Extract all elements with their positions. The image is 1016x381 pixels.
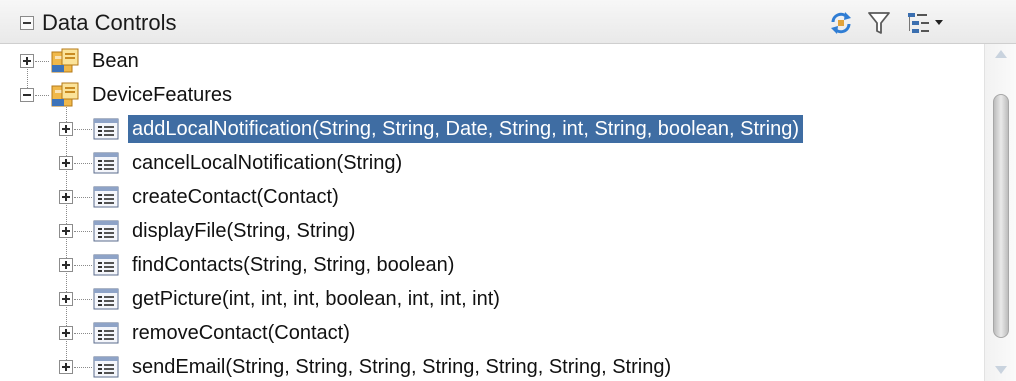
- tree-node-label: findContacts(String, String, boolean): [132, 254, 455, 276]
- expand-icon[interactable]: [59, 292, 73, 306]
- tree-node-method[interactable]: createContact(Contact): [0, 180, 980, 214]
- method-icon: [93, 356, 119, 378]
- method-icon: [93, 322, 119, 344]
- panel-title: Data Controls: [42, 10, 177, 35]
- tree-node-label: getPicture(int, int, int, boolean, int, …: [132, 288, 500, 310]
- collapse-icon[interactable]: [20, 88, 34, 102]
- tree-node-label: createContact(Contact): [132, 186, 339, 208]
- tree-options-icon[interactable]: [906, 10, 946, 36]
- refresh-icon[interactable]: [828, 10, 854, 36]
- method-icon: [93, 186, 119, 208]
- expand-icon[interactable]: [20, 54, 34, 68]
- tree-node-label: cancelLocalNotification(String): [132, 152, 403, 174]
- expand-icon[interactable]: [59, 156, 73, 170]
- tree-node-label: displayFile(String, String): [132, 220, 356, 242]
- tree-node-method[interactable]: displayFile(String, String): [0, 214, 980, 248]
- method-icon: [93, 220, 119, 242]
- tree-node-method[interactable]: findContacts(String, String, boolean): [0, 248, 980, 282]
- expand-icon[interactable]: [59, 360, 73, 374]
- expand-icon[interactable]: [59, 122, 73, 136]
- scroll-thumb[interactable]: [993, 94, 1009, 338]
- expand-icon[interactable]: [59, 190, 73, 204]
- method-icon: [93, 152, 119, 174]
- collapse-panel-icon[interactable]: [20, 16, 34, 30]
- tree-node-bean[interactable]: Bean: [0, 44, 980, 78]
- data-control-icon: [51, 48, 79, 73]
- tree-node-devicefeatures[interactable]: DeviceFeatures: [0, 78, 980, 112]
- expand-icon[interactable]: [59, 224, 73, 238]
- scroll-up-arrow-icon[interactable]: [995, 50, 1007, 58]
- tree-node-label: addLocalNotification(String, String, Dat…: [128, 115, 804, 143]
- tree-node-label: Bean: [92, 50, 139, 72]
- data-controls-tree: Bean DeviceFeatures addLocalNotification…: [0, 44, 980, 381]
- method-icon: [93, 254, 119, 276]
- filter-icon[interactable]: [866, 10, 892, 36]
- vertical-scrollbar[interactable]: [984, 44, 1016, 381]
- tree-node-method[interactable]: sendEmail(String, String, String, String…: [0, 350, 980, 381]
- tree-node-label: sendEmail(String, String, String, String…: [132, 356, 672, 378]
- tree-node-method[interactable]: cancelLocalNotification(String): [0, 146, 980, 180]
- expand-icon[interactable]: [59, 326, 73, 340]
- data-control-icon: [51, 82, 79, 107]
- panel-header: Data Controls: [0, 0, 1016, 44]
- method-icon: [93, 288, 119, 310]
- tree-node-method[interactable]: getPicture(int, int, int, boolean, int, …: [0, 282, 980, 316]
- scroll-down-arrow-icon[interactable]: [995, 366, 1007, 374]
- tree-node-label: removeContact(Contact): [132, 322, 350, 344]
- expand-icon[interactable]: [59, 258, 73, 272]
- method-icon: [93, 118, 119, 140]
- tree-node-method[interactable]: removeContact(Contact): [0, 316, 980, 350]
- tree-node-label: DeviceFeatures: [92, 84, 233, 106]
- tree-node-method[interactable]: addLocalNotification(String, String, Dat…: [0, 112, 980, 146]
